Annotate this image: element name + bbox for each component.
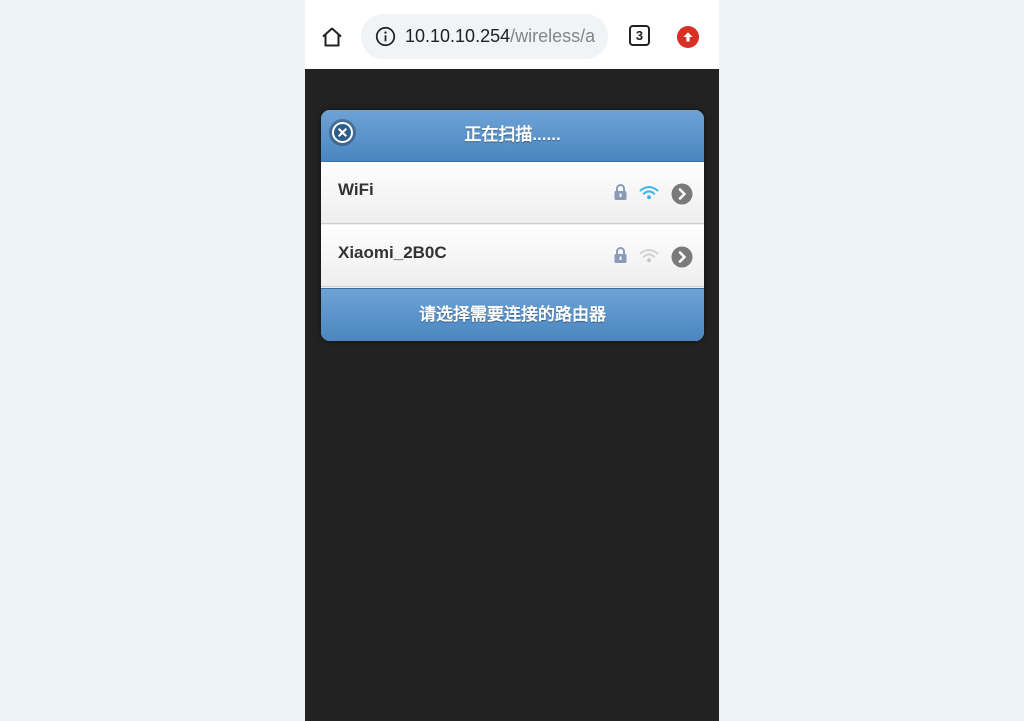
wifi-signal-icon [639, 186, 659, 200]
tab-count: 3 [635, 28, 644, 43]
browser-toolbar: 10.10.10.254/wireless/a 3 [305, 0, 719, 69]
url-text: 10.10.10.254/wireless/a [405, 26, 595, 47]
chevron-right-icon [671, 246, 693, 268]
dialog-header: 正在扫描...... [321, 110, 704, 162]
update-button[interactable] [677, 26, 699, 48]
dialog-title: 正在扫描...... [464, 125, 561, 144]
home-button[interactable] [319, 24, 345, 50]
dialog-footer: 请选择需要连接的路由器 [321, 288, 704, 341]
tab-switcher-button[interactable]: 3 [629, 25, 650, 46]
network-ssid: Xiaomi_2B0C [338, 243, 447, 262]
network-item-xiaomi[interactable]: Xiaomi_2B0C [321, 225, 704, 287]
close-button[interactable] [329, 119, 356, 146]
url-path: /wireless/a [510, 26, 596, 46]
footer-instruction: 请选择需要连接的路由器 [419, 305, 606, 324]
scan-dialog: 正在扫描...... WiFi Xiaomi_2B0C 请选择需要连接的路由器 [321, 110, 704, 341]
url-host: 10.10.10.254 [405, 26, 511, 46]
network-item-wifi[interactable]: WiFi [321, 162, 704, 224]
home-icon [322, 27, 342, 47]
lock-icon [614, 247, 627, 263]
info-icon[interactable] [375, 26, 396, 47]
update-icon [683, 32, 693, 42]
close-icon [332, 122, 353, 143]
address-bar[interactable]: 10.10.10.254/wireless/a [361, 14, 608, 59]
wifi-signal-icon [639, 249, 659, 263]
phone-screen: 10.10.10.254/wireless/a 3 正在扫描...... WiF… [305, 0, 719, 721]
lock-icon [614, 184, 627, 200]
chevron-right-icon [671, 183, 693, 205]
network-ssid: WiFi [338, 180, 374, 199]
